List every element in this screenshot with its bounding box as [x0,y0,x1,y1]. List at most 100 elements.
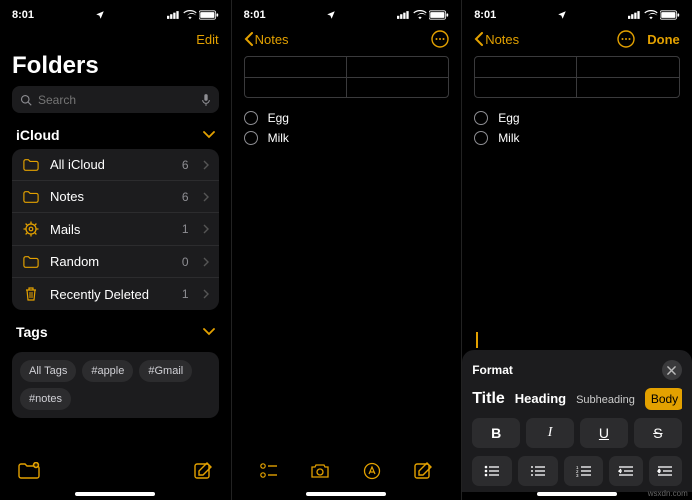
checkbox-icon[interactable] [244,111,258,125]
search-icon [20,94,32,106]
tag-gmail[interactable]: #Gmail [139,360,192,382]
checklist-label: Egg [498,111,519,125]
folder-icon [22,255,40,269]
checklist-icon[interactable] [260,463,278,479]
home-indicator[interactable] [306,492,386,496]
chevron-right-icon [203,224,209,234]
gear-icon [22,221,40,237]
more-icon[interactable] [617,30,635,48]
chevron-right-icon [203,160,209,170]
text-style-row: Title Heading Subheading Body [472,388,682,410]
tag-all[interactable]: All Tags [20,360,76,382]
table[interactable] [244,56,450,98]
folder-icon [22,158,40,172]
camera-icon[interactable] [310,463,330,479]
text-cursor [476,332,478,348]
mic-icon[interactable] [201,93,211,107]
italic-button[interactable]: I [526,418,574,448]
checklist-item[interactable]: Egg [474,108,680,128]
checkbox-icon[interactable] [244,131,258,145]
format-panel-title: Format [472,363,513,377]
back-label: Notes [485,32,519,47]
nav-bar: Edit [0,26,231,52]
folder-count: 0 [182,255,189,269]
format-panel: Format Title Heading Subheading Body B I… [462,350,692,492]
checklist-label: Milk [268,131,289,145]
text-cursor-line[interactable] [462,332,692,350]
tag-notes[interactable]: #notes [20,388,71,410]
back-button[interactable]: Notes [244,32,289,47]
home-indicator[interactable] [75,492,155,496]
compose-icon[interactable] [413,461,433,481]
folder-row-random[interactable]: Random 0 [12,245,219,277]
chevron-down-icon [203,131,215,139]
folder-row-recently-deleted[interactable]: Recently Deleted 1 [12,277,219,310]
indent-left-button[interactable] [609,456,642,486]
status-time: 8:01 [244,9,266,21]
checkbox-icon[interactable] [474,131,488,145]
new-folder-icon[interactable] [18,462,40,480]
folder-label: Mails [50,222,172,237]
icloud-section-header[interactable]: iCloud [0,123,231,149]
checklist-item[interactable]: Egg [244,108,450,128]
dash-list-button[interactable] [518,456,558,486]
folder-row-mails[interactable]: Mails 1 [12,212,219,245]
markup-icon[interactable] [363,462,381,480]
location-icon [95,10,105,20]
home-indicator[interactable] [537,492,617,496]
folder-row-all-icloud[interactable]: All iCloud 6 [12,149,219,180]
status-right [167,10,219,20]
tag-apple[interactable]: #apple [82,360,133,382]
folder-label: Random [50,254,172,269]
chevron-down-icon [203,328,215,336]
note-body[interactable]: Egg Milk [462,52,692,148]
more-icon[interactable] [431,30,449,48]
folder-label: Notes [50,189,172,204]
tags-label: Tags [16,324,48,340]
done-button[interactable]: Done [647,32,680,47]
folder-count: 6 [182,158,189,172]
icloud-label: iCloud [16,127,60,143]
folder-row-notes[interactable]: Notes 6 [12,180,219,212]
strikethrough-button[interactable]: S [634,418,682,448]
search-bar[interactable] [12,86,219,113]
back-button[interactable]: Notes [474,32,519,47]
tags-area: All Tags #apple #Gmail #notes [12,352,219,418]
folder-count: 1 [182,287,189,301]
nav-bar: Notes Done [462,26,692,52]
status-bar: 8:01 [462,0,692,26]
folder-count: 6 [182,190,189,204]
tags-section-header[interactable]: Tags [0,320,231,346]
biu-row: B I U S [472,418,682,448]
folder-icon [22,190,40,204]
note-body[interactable]: Egg Milk [232,52,462,450]
search-input[interactable] [38,93,195,107]
chevron-left-icon [244,32,253,46]
edit-button[interactable]: Edit [196,32,218,47]
status-right [397,10,449,20]
checkbox-icon[interactable] [474,111,488,125]
style-title[interactable]: Title [472,390,505,408]
bullet-list-button[interactable] [472,456,512,486]
checklist-item[interactable]: Milk [244,128,450,148]
style-heading[interactable]: Heading [515,391,566,406]
status-bar: 8:01 [0,0,231,26]
table[interactable] [474,56,680,98]
bottom-toolbar [232,450,462,492]
status-bar: 8:01 [232,0,462,26]
style-subheading[interactable]: Subheading [576,394,635,406]
style-body[interactable]: Body [645,388,682,410]
page-title: Folders [0,52,231,86]
folder-label: All iCloud [50,157,172,172]
bold-button[interactable]: B [472,418,520,448]
close-icon[interactable] [662,360,682,380]
location-icon [557,10,567,20]
checklist-item[interactable]: Milk [474,128,680,148]
compose-icon[interactable] [193,461,213,481]
bottom-toolbar [0,450,231,492]
numbered-list-button[interactable]: 123 [564,456,604,486]
trash-icon [22,286,40,302]
indent-right-button[interactable] [649,456,682,486]
chevron-right-icon [203,257,209,267]
underline-button[interactable]: U [580,418,628,448]
